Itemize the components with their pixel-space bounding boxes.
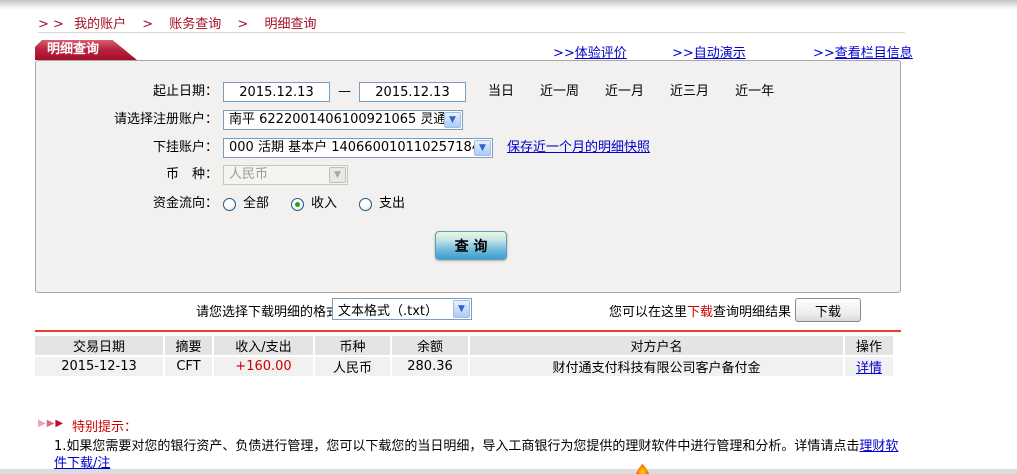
breadcrumb-separator: > xyxy=(142,17,153,32)
col-header-amount: 收入/支出 xyxy=(212,336,313,357)
cell-counterparty: 财付通支付科技有限公司客户备付金 xyxy=(468,357,843,376)
download-hint-red: 下载 xyxy=(687,305,713,320)
flow-option-expense[interactable]: 支出 xyxy=(359,194,405,214)
registered-account-select[interactable]: 南平 6222001406100921065 灵通卡 ▼ xyxy=(223,110,463,130)
flow-option-all[interactable]: 全部 xyxy=(223,194,269,214)
currency-value: 人民币 xyxy=(224,165,329,185)
query-form-panel: 起止日期： — 当日 近一周 近一月 近三月 近一年 请选择注册账户： 南平 6… xyxy=(35,60,901,293)
top-gradient-bar xyxy=(0,0,1017,10)
date-from-input[interactable] xyxy=(223,82,330,102)
save-snapshot-link[interactable]: 保存近一个月的明细快照 xyxy=(507,138,650,158)
breadcrumb-item-account-query[interactable]: 账务查询 xyxy=(169,17,221,32)
experience-review-link-label[interactable]: 体验评价 xyxy=(575,46,627,61)
breadcrumb-item-my-account[interactable]: 我的账户 xyxy=(74,17,126,32)
chevron-down-icon[interactable]: ▼ xyxy=(453,300,470,318)
quick-range-month[interactable]: 近一月 xyxy=(605,82,644,102)
breadcrumb-item-detail-query[interactable]: 明细查询 xyxy=(264,17,316,32)
table-row: 2015-12-13 CFT +160.00 人民币 280.36 财付通支付科… xyxy=(35,357,893,376)
chevron-down-icon[interactable]: ▼ xyxy=(474,140,491,156)
section-divider-red xyxy=(35,330,901,332)
cell-currency: 人民币 xyxy=(313,357,390,376)
col-header-date: 交易日期 xyxy=(35,336,163,357)
registered-account-label: 请选择注册账户： xyxy=(36,110,218,130)
quick-range-quarter[interactable]: 近三月 xyxy=(670,82,709,102)
radio-icon[interactable] xyxy=(291,198,304,211)
currency-select: 人民币 ▼ xyxy=(223,165,348,185)
registered-account-value: 南平 6222001406100921065 灵通卡 xyxy=(224,110,444,130)
col-header-action: 操作 xyxy=(843,336,893,357)
link-prefix: >> xyxy=(813,46,835,61)
breadcrumb-separator: > xyxy=(237,17,248,32)
fund-flow-label: 资金流向： xyxy=(36,194,218,214)
detail-link[interactable]: 详情 xyxy=(856,361,882,376)
page-title: 明细查询 xyxy=(47,42,99,57)
cell-balance: 280.36 xyxy=(390,357,468,376)
quick-range-today[interactable]: 当日 xyxy=(488,82,514,102)
chevron-down-icon[interactable]: ▼ xyxy=(444,112,461,128)
flow-option-expense-label: 支出 xyxy=(379,194,405,214)
results-table: 交易日期 摘要 收入/支出 币种 余额 对方户名 操作 2015-12-13 C… xyxy=(35,336,893,376)
breadcrumb-divider xyxy=(38,32,905,33)
detail-query-page: > > 我的账户 > 账务查询 > 明细查询 明细查询 >>体验评价 >>自动演… xyxy=(0,0,1017,474)
column-info-link[interactable]: >>查看栏目信息 xyxy=(813,42,913,61)
download-format-select[interactable]: 文本格式（.txt） ▼ xyxy=(332,298,472,320)
date-range-dash: — xyxy=(338,82,351,102)
auto-demo-link-label[interactable]: 自动演示 xyxy=(694,46,746,61)
sub-account-value: 000 活期 基本户 1406600101102571848 xyxy=(224,138,474,158)
download-hint-after: 查询明细结果 xyxy=(713,305,791,320)
col-header-balance: 余额 xyxy=(390,336,468,357)
download-hint-before: 您可以在这里 xyxy=(609,305,687,320)
notice-arrows-icon: ▶▶▶ xyxy=(38,418,64,429)
cell-date: 2015-12-13 xyxy=(35,357,163,376)
column-info-link-label[interactable]: 查看栏目信息 xyxy=(835,46,913,61)
col-header-summary: 摘要 xyxy=(163,336,212,357)
link-prefix: >> xyxy=(553,46,575,61)
currency-label: 币 种： xyxy=(36,165,218,185)
fund-flow-row: 资金流向： 全部 收入 支出 xyxy=(36,193,900,215)
date-range-row: 起止日期： — 当日 近一周 近一月 近三月 近一年 xyxy=(36,81,900,103)
currency-row: 币 种： 人民币 ▼ xyxy=(36,164,900,186)
sub-account-row: 下挂账户： 000 活期 基本户 1406600101102571848 ▼ 保… xyxy=(36,137,900,159)
breadcrumb: > > 我的账户 > 账务查询 > 明细查询 xyxy=(38,13,322,32)
page-title-tab: 明细查询 xyxy=(35,40,137,60)
table-header-row: 交易日期 摘要 收入/支出 币种 余额 对方户名 操作 xyxy=(35,336,893,357)
fund-flow-radio-group: 全部 收入 支出 xyxy=(223,194,405,214)
cell-amount: +160.00 xyxy=(212,357,313,376)
breadcrumb-prefix: > > xyxy=(38,17,64,32)
experience-review-link[interactable]: >>体验评价 xyxy=(553,42,627,61)
flow-option-income[interactable]: 收入 xyxy=(291,194,337,214)
bottom-section-bar xyxy=(0,469,1017,474)
quick-range-options: 当日 近一周 近一月 近三月 近一年 xyxy=(488,82,774,102)
col-header-counterparty: 对方户名 xyxy=(468,336,843,357)
registered-account-row: 请选择注册账户： 南平 6222001406100921065 灵通卡 ▼ xyxy=(36,109,900,131)
notice-text: 1.如果您需要对您的银行资产、负债进行管理，您可以下载您的当日明细，导入工商银行… xyxy=(54,439,859,454)
col-header-currency: 币种 xyxy=(313,336,390,357)
flow-option-all-label: 全部 xyxy=(243,194,269,214)
download-button[interactable]: 下载 xyxy=(795,298,861,322)
quick-range-year[interactable]: 近一年 xyxy=(735,82,774,102)
flow-option-income-label: 收入 xyxy=(311,194,337,214)
radio-icon[interactable] xyxy=(223,198,236,211)
quick-range-week[interactable]: 近一周 xyxy=(540,82,579,102)
download-format-value: 文本格式（.txt） xyxy=(333,300,453,319)
cell-summary: CFT xyxy=(163,357,212,376)
chevron-down-icon: ▼ xyxy=(329,167,346,183)
link-prefix: >> xyxy=(672,46,694,61)
download-hint: 您可以在这里下载查询明细结果 xyxy=(609,301,791,320)
sub-account-select[interactable]: 000 活期 基本户 1406600101102571848 ▼ xyxy=(223,138,493,158)
date-to-input[interactable] xyxy=(359,82,466,102)
auto-demo-link[interactable]: >>自动演示 xyxy=(672,42,746,61)
sub-account-label: 下挂账户： xyxy=(36,138,218,158)
date-range-label: 起止日期： xyxy=(36,82,218,102)
download-format-label: 请您选择下载明细的格式 xyxy=(196,301,339,320)
notice-title: 特别提示： xyxy=(72,416,137,435)
radio-icon[interactable] xyxy=(359,198,372,211)
query-button[interactable]: 查 询 xyxy=(435,231,507,260)
